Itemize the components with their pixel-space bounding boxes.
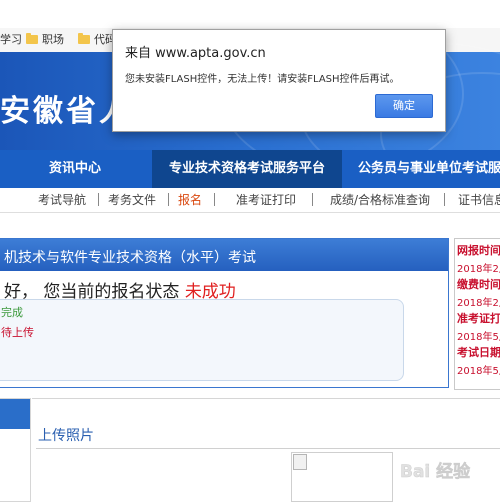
main-nav: 资讯中心 专业技术资格考试服务平台 公务员与事业单位考试服 [0, 150, 500, 188]
divider [36, 448, 500, 449]
status-line-complete: 完成 [1, 306, 23, 319]
subnav-certificate-info[interactable]: 证书信息 [458, 192, 500, 208]
upload-photo-title: 上传照片 [38, 428, 94, 444]
folder-icon [26, 33, 38, 44]
folder-icon [78, 33, 90, 44]
dialog-title: 来自 www.apta.gov.cn [125, 46, 266, 61]
baidu-watermark: Bai 经验 [400, 461, 471, 483]
exam-status-panel: 机技术与软件专业技术资格（水平）考试 好， 您当前的报名状态 未成功 完成 待上… [0, 238, 449, 388]
left-side-tab [0, 398, 31, 502]
exam-title: 机技术与软件专业技术资格（水平）考试 [4, 250, 256, 266]
side-date-registration: 2018年2月 [457, 264, 500, 275]
bookmark-study[interactable]: 学习 [0, 32, 22, 48]
ok-button[interactable]: 确定 [375, 94, 433, 118]
subnav-admission-print[interactable]: 准考证打印 [236, 192, 296, 208]
subnav-score-query[interactable]: 成绩/合格标准查询 [330, 192, 430, 208]
side-date-payment: 2018年2月 [457, 298, 500, 309]
side-heading-payment: 缴费时间 [457, 278, 500, 291]
dialog-message: 您未安装FLASH控件，无法上传！请安装FLASH控件后再试。 [125, 74, 400, 85]
alert-dialog: 来自 www.apta.gov.cn 您未安装FLASH控件，无法上传！请安装F… [112, 29, 446, 132]
status-detail-box: 完成 待上传 [0, 299, 404, 381]
broken-image-icon [293, 454, 307, 470]
subnav-register[interactable]: 报名 [178, 192, 202, 208]
bookmark-career[interactable]: 职场 [26, 32, 64, 48]
side-heading-admission: 准考证打 [457, 312, 500, 325]
side-date-exam: 2018年5月 [457, 366, 500, 377]
side-heading-exam-date: 考试日期 [457, 346, 500, 359]
subnav-exam-guide[interactable]: 考试导航 [38, 192, 86, 208]
exam-panel-header: 机技术与软件专业技术资格（水平）考试 [0, 239, 448, 271]
nav-info-center[interactable]: 资讯中心 [0, 150, 150, 188]
svg-text:Bai 经验: Bai 经验 [400, 461, 471, 482]
sub-nav: 考试导航 考务文件 报名 准考证打印 成绩/合格标准查询 证书信息 [0, 188, 500, 213]
schedule-side-panel: 网报时间 2018年2月 缴费时间 2018年2月 准考证打 2018年5月 考… [454, 238, 500, 390]
side-date-admission: 2018年5月 [457, 332, 500, 343]
side-heading-registration: 网报时间 [457, 244, 500, 257]
bookmark-code[interactable]: 代码 [78, 32, 116, 48]
status-line-pending-upload[interactable]: 待上传 [1, 324, 34, 340]
subnav-exam-docs[interactable]: 考务文件 [108, 192, 156, 208]
nav-exam-platform[interactable]: 专业技术资格考试服务平台 [152, 150, 342, 188]
nav-civil-service[interactable]: 公务员与事业单位考试服 [344, 150, 500, 188]
